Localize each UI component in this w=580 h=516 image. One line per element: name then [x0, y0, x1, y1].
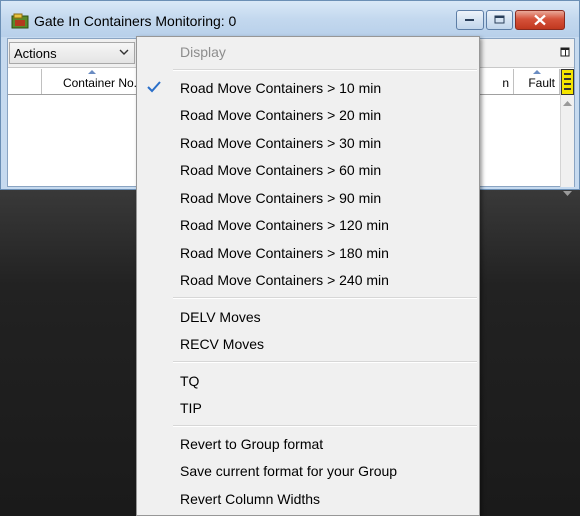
scroll-down-icon[interactable] — [563, 191, 572, 197]
column-label: Fault — [528, 76, 555, 90]
menu-item-label: Revert Column Widths — [180, 491, 321, 507]
menu-item-label: DELV Moves — [180, 309, 261, 325]
menu-item-label: TQ — [180, 373, 200, 389]
vertical-scrollbar[interactable] — [560, 69, 574, 196]
menu-item-road-move-10[interactable]: Road Move Containers > 10 min — [139, 75, 477, 101]
menu-item-label: Road Move Containers > 120 min — [180, 217, 389, 233]
menu-item-label: Revert to Group format — [180, 436, 324, 452]
menu-item-label: Road Move Containers > 20 min — [180, 107, 382, 123]
dock-pin-icon[interactable] — [560, 47, 570, 57]
window-title: Gate In Containers Monitoring: 0 — [34, 13, 237, 29]
menu-item-road-move-60[interactable]: Road Move Containers > 60 min — [139, 157, 477, 183]
actions-dropdown[interactable]: Actions — [9, 42, 135, 64]
menu-item-road-move-20[interactable]: Road Move Containers > 20 min — [139, 102, 477, 128]
maximize-button[interactable] — [486, 10, 513, 30]
menu-item-road-move-240[interactable]: Road Move Containers > 240 min — [139, 267, 477, 293]
menu-item-tip[interactable]: TIP — [139, 395, 477, 421]
menu-item-revert-column-widths[interactable]: Revert Column Widths — [139, 486, 477, 512]
minimize-button[interactable] — [456, 10, 484, 30]
menu-header-label: Display — [180, 44, 226, 60]
scroll-up-icon[interactable] — [563, 101, 572, 107]
display-menu: Display Road Move Containers > 10 min Ro… — [136, 36, 480, 516]
menu-separator — [173, 361, 477, 363]
column-header-partial[interactable]: n — [474, 69, 514, 94]
sort-caret-icon — [532, 70, 541, 74]
column-label: n — [502, 76, 509, 90]
status-indicator — [561, 69, 574, 95]
title-bar[interactable]: Gate In Containers Monitoring: 0 — [1, 1, 579, 37]
column-header-select[interactable] — [8, 69, 42, 94]
close-icon — [534, 14, 546, 26]
menu-item-tq[interactable]: TQ — [139, 368, 477, 394]
chevron-down-icon — [119, 49, 129, 55]
menu-item-label: Road Move Containers > 240 min — [180, 272, 389, 288]
menu-item-road-move-90[interactable]: Road Move Containers > 90 min — [139, 185, 477, 211]
menu-item-road-move-30[interactable]: Road Move Containers > 30 min — [139, 130, 477, 156]
menu-separator — [173, 69, 477, 71]
column-header-fault[interactable]: Fault — [514, 69, 560, 94]
menu-item-label: Road Move Containers > 10 min — [180, 80, 382, 96]
menu-item-delv-moves[interactable]: DELV Moves — [139, 304, 477, 330]
menu-item-label: Road Move Containers > 90 min — [180, 190, 382, 206]
menu-separator — [173, 297, 477, 299]
actions-label: Actions — [14, 46, 57, 61]
maximize-icon — [494, 15, 504, 24]
menu-item-recv-moves[interactable]: RECV Moves — [139, 331, 477, 357]
close-button[interactable] — [515, 10, 565, 30]
menu-separator — [173, 425, 477, 427]
menu-item-revert-group-format[interactable]: Revert to Group format — [139, 431, 477, 457]
menu-item-label: RECV Moves — [180, 336, 265, 352]
menu-item-label: Road Move Containers > 180 min — [180, 245, 389, 261]
menu-item-label: Save current format for your Group — [180, 463, 398, 479]
menu-item-label: Road Move Containers > 30 min — [180, 135, 382, 151]
minimize-icon — [465, 19, 474, 21]
column-header-container-no[interactable]: Container No. — [42, 69, 142, 94]
menu-item-save-group-format[interactable]: Save current format for your Group — [139, 458, 477, 484]
menu-item-road-move-180[interactable]: Road Move Containers > 180 min — [139, 240, 477, 266]
menu-item-label: TIP — [180, 400, 202, 416]
menu-item-road-move-120[interactable]: Road Move Containers > 120 min — [139, 212, 477, 238]
menu-header-display: Display — [139, 39, 477, 65]
column-label: Container No. — [62, 76, 137, 90]
app-icon — [11, 13, 29, 29]
sort-caret-icon — [87, 70, 96, 74]
checkmark-icon — [147, 81, 161, 93]
menu-item-label: Road Move Containers > 60 min — [180, 162, 382, 178]
